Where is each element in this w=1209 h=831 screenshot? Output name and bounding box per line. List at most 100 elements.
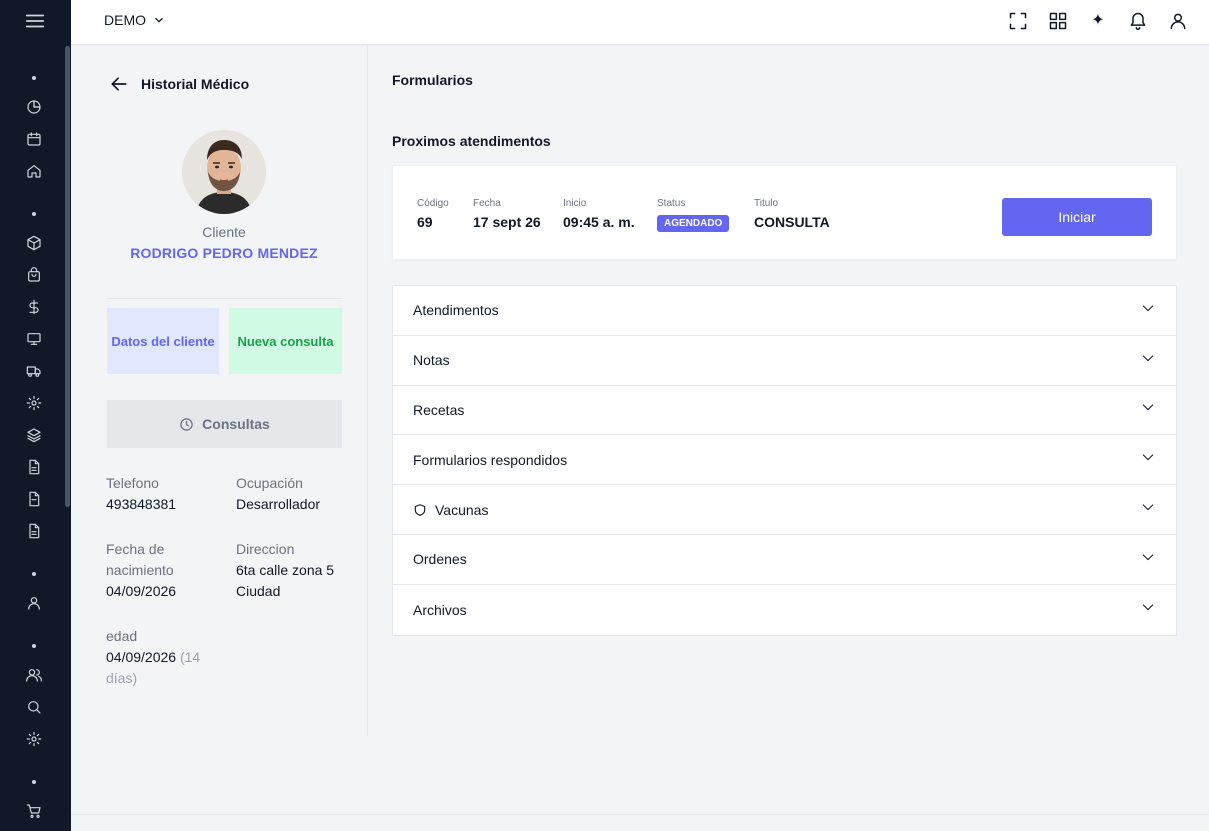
address-field: Direccion 6ta calle zona 5 Ciudad	[236, 539, 346, 602]
menu-toggle[interactable]	[24, 10, 48, 34]
occupation-label: Ocupación	[236, 475, 303, 491]
arrow-left-icon	[111, 77, 127, 91]
code-column: Código 69	[417, 198, 449, 230]
birthdate-value: 04/09/2026	[106, 583, 177, 599]
fullscreen-button[interactable]	[1007, 10, 1029, 32]
client-data-button[interactable]: Datos del cliente	[107, 308, 219, 374]
sidebar-item-delivery[interactable]	[22, 359, 46, 383]
client-role: Cliente	[202, 224, 246, 240]
accordion-item-recetas[interactable]: Recetas	[393, 386, 1176, 436]
file-icon	[29, 491, 40, 507]
consultations-label: Consultas	[202, 416, 270, 432]
page-title: Historial Médico	[141, 76, 250, 92]
layers-icon	[27, 428, 41, 443]
accordion-item-ordenes[interactable]: Ordenes	[393, 535, 1176, 585]
user-icon	[1170, 13, 1186, 30]
bell-icon	[1130, 12, 1146, 31]
title-value: CONSULTA	[754, 214, 830, 230]
truck-icon	[26, 366, 41, 377]
status-badge: AGENDADO	[657, 215, 730, 232]
new-consultation-button[interactable]: Nueva consulta	[229, 308, 342, 374]
hamburger-icon	[25, 14, 45, 28]
date-value: 17 sept 26	[473, 214, 541, 230]
sidebar-item-home[interactable]	[22, 159, 46, 183]
chevron-down-icon	[1142, 604, 1154, 611]
accordion-label: Vacunas	[435, 501, 489, 518]
sidebar-item-layers[interactable]	[22, 423, 46, 447]
org-selector[interactable]: DEMO	[104, 12, 166, 28]
sidebar-section-dot	[32, 780, 36, 784]
notifications-button[interactable]	[1127, 10, 1149, 32]
user-icon	[28, 597, 40, 610]
users-icon	[26, 669, 42, 682]
chevron-down-icon	[1142, 504, 1154, 511]
sidebar-item-docs-2[interactable]	[22, 487, 46, 511]
address-value: 6ta calle zona 5 Ciudad	[236, 562, 335, 599]
chevron-down-icon	[1142, 554, 1154, 561]
forms-heading[interactable]: Formularios	[392, 72, 473, 88]
accordion-label: Archivos	[413, 601, 467, 618]
user-menu-button[interactable]	[1167, 10, 1189, 32]
accordion-item-atendimentos[interactable]: Atendimentos	[393, 286, 1176, 336]
sidebar-item-dashboard[interactable]	[22, 95, 46, 119]
accordion-item-vacunas[interactable]: Vacunas	[393, 485, 1176, 535]
client-photo	[182, 130, 266, 214]
sidebar-item-config[interactable]	[22, 727, 46, 751]
accordion-label: Atendimentos	[413, 302, 499, 319]
accordion-label: Formularios respondidos	[413, 451, 568, 468]
top-header: DEMO ✦	[71, 0, 1209, 45]
search-icon	[28, 701, 41, 714]
back-button[interactable]: Historial Médico	[109, 74, 249, 94]
file-icon	[29, 523, 40, 539]
title-label: Titulo	[754, 198, 779, 209]
sidebar-item-cart[interactable]	[22, 799, 46, 823]
birthdate-field: Fecha de nacimiento 04/09/2026	[106, 539, 206, 602]
accordion-label: Ordenes	[413, 551, 467, 568]
sidebar-item-products[interactable]	[22, 231, 46, 255]
code-value: 69	[417, 214, 433, 230]
date-column: Fecha 17 sept 26	[473, 198, 541, 230]
start-button[interactable]: Iniciar	[1002, 198, 1152, 236]
chevron-down-icon	[1142, 355, 1154, 361]
accordion-item-archivos[interactable]: Archivos	[393, 585, 1176, 635]
title-column: Titulo CONSULTA	[754, 198, 830, 230]
sidebar-item-finance[interactable]	[22, 295, 46, 319]
sidebar-item-search[interactable]	[22, 695, 46, 719]
consultations-button[interactable]: Consultas	[107, 400, 342, 448]
gear-icon	[26, 395, 42, 411]
divider	[107, 298, 343, 299]
sidebar-item-pos[interactable]	[22, 327, 46, 351]
monitor-icon	[27, 333, 41, 345]
sidebar-item-docs-1[interactable]	[22, 455, 46, 479]
sidebar-item-docs-3[interactable]	[22, 519, 46, 543]
sidebar-section-dot	[32, 644, 36, 648]
cart-icon	[26, 804, 41, 818]
accordion-item-notas[interactable]: Notas	[393, 336, 1176, 386]
age-value: 04/09/2026	[106, 649, 177, 665]
sidebar-scrollbar[interactable]	[65, 46, 70, 507]
code-label: Código	[417, 198, 449, 209]
sidebar-item-calendar[interactable]	[22, 127, 46, 151]
sidebar-item-users[interactable]	[22, 663, 46, 687]
apps-button[interactable]	[1047, 10, 1069, 32]
fullscreen-icon	[1009, 12, 1027, 30]
accordion-label: Notas	[413, 352, 450, 369]
occupation-field: Ocupación Desarrollador	[236, 473, 346, 515]
sidebar-item-settings[interactable]	[22, 391, 46, 415]
upcoming-heading: Proximos atendimentos	[392, 133, 551, 149]
client-panel: Historial Médico Cliente RODRIGO PEDRO M…	[71, 46, 368, 736]
occupation-value: Desarrollador	[236, 496, 321, 512]
appointment-card: Código 69 Fecha 17 sept 26 Inicio 09:45 …	[392, 165, 1177, 260]
start-value: 09:45 a. m.	[563, 214, 635, 230]
chevron-down-icon	[155, 17, 163, 23]
phone-label: Telefono	[106, 475, 159, 491]
sidebar-item-shop[interactable]	[22, 263, 46, 287]
sidebar-item-profile[interactable]	[22, 591, 46, 615]
ai-button[interactable]: ✦	[1087, 10, 1109, 32]
org-selector-label: DEMO	[104, 12, 146, 28]
chevron-down-icon	[1142, 404, 1154, 411]
bag-icon	[28, 267, 40, 282]
sidebar-section-dot	[32, 212, 36, 216]
accordion-item-formularios[interactable]: Formularios respondidos	[393, 435, 1176, 486]
accordion-label: Recetas	[413, 401, 465, 418]
